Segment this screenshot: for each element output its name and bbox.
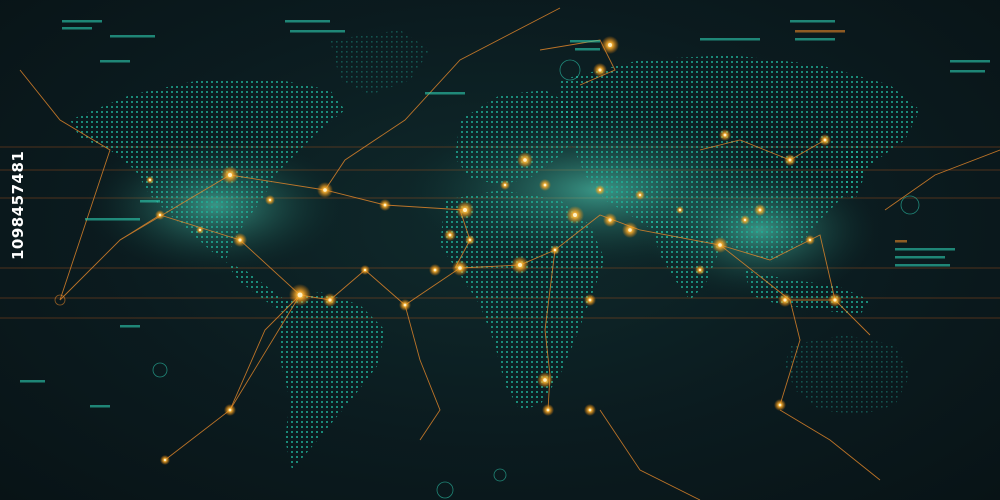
city-light-core [553,248,557,252]
city-light-core [678,208,682,212]
hud-text-bar [950,60,990,63]
city-light-core [503,183,507,187]
hud-text-bar [90,405,110,408]
city-light-core [158,213,162,217]
city-light-core [433,268,437,272]
world-map-scene: 1098457481 [0,0,1000,500]
city-light-core [328,298,332,302]
city-light-core [228,173,232,177]
world-map-graphic [0,7,1000,500]
city-light-core [573,213,577,217]
city-light-core [543,378,547,382]
hud-text-bar [795,30,845,33]
city-light-core [758,208,762,212]
hud-text-bar [950,70,985,73]
city-light-core [546,408,550,412]
city-light-core [608,43,612,47]
city-light-core [698,268,702,272]
city-light-core [638,193,642,197]
city-light-core [228,408,232,412]
hud-text-bar [895,264,950,267]
hud-text-bar [895,256,945,259]
city-light-core [628,228,632,232]
city-light-core [833,298,837,302]
hud-text-bar [62,27,92,30]
hud-text-bar [895,248,955,251]
city-light-core [743,218,747,222]
city-light-core [297,292,303,298]
city-light-core [148,178,152,182]
hud-text-bar [700,38,760,41]
hud-text-bar [290,30,345,33]
hud-text-bar [140,200,160,203]
hud-text-bar [100,60,130,63]
city-light-core [718,243,722,247]
hud-text-bar [120,325,140,328]
city-light-core [458,266,462,270]
city-light-core [268,198,272,202]
city-light-core [808,238,812,242]
hud-text-bar [795,38,835,41]
city-light-core [778,403,782,407]
stock-image-id: 1098457481 [9,150,27,260]
hud-text-bar [110,35,155,38]
hud-text-bar [895,240,907,243]
city-light-core [363,268,367,272]
city-light-core [608,218,612,222]
city-light-core [383,203,387,207]
city-light-core [463,208,467,212]
hud-text-bar [62,20,102,23]
hud-text-bar [85,218,140,221]
south-america [278,292,385,470]
city-light-core [198,228,202,232]
city-light-core [723,133,727,137]
hud-text-bar [20,380,45,383]
city-light-core [588,408,592,412]
greenland [330,30,430,95]
city-light-core [598,68,602,72]
city-light-core [598,188,602,192]
city-light-core [163,458,167,462]
australia [785,335,910,415]
city-light-core [523,158,527,162]
hud-text-bar [425,92,465,95]
city-light-core [238,238,242,242]
hud-text-bar [575,48,600,51]
city-light-core [788,158,792,162]
city-light-core [448,233,452,237]
hud-text-bar [285,20,330,23]
city-light-core [518,263,522,267]
city-light-core [543,183,547,187]
city-light-core [823,138,827,142]
city-light-core [403,303,407,307]
city-light-core [468,238,472,242]
city-light-core [783,298,787,302]
hud-text-bar [570,40,600,43]
city-light-core [323,188,327,192]
city-light-core [588,298,592,302]
hud-text-bar [790,20,835,23]
